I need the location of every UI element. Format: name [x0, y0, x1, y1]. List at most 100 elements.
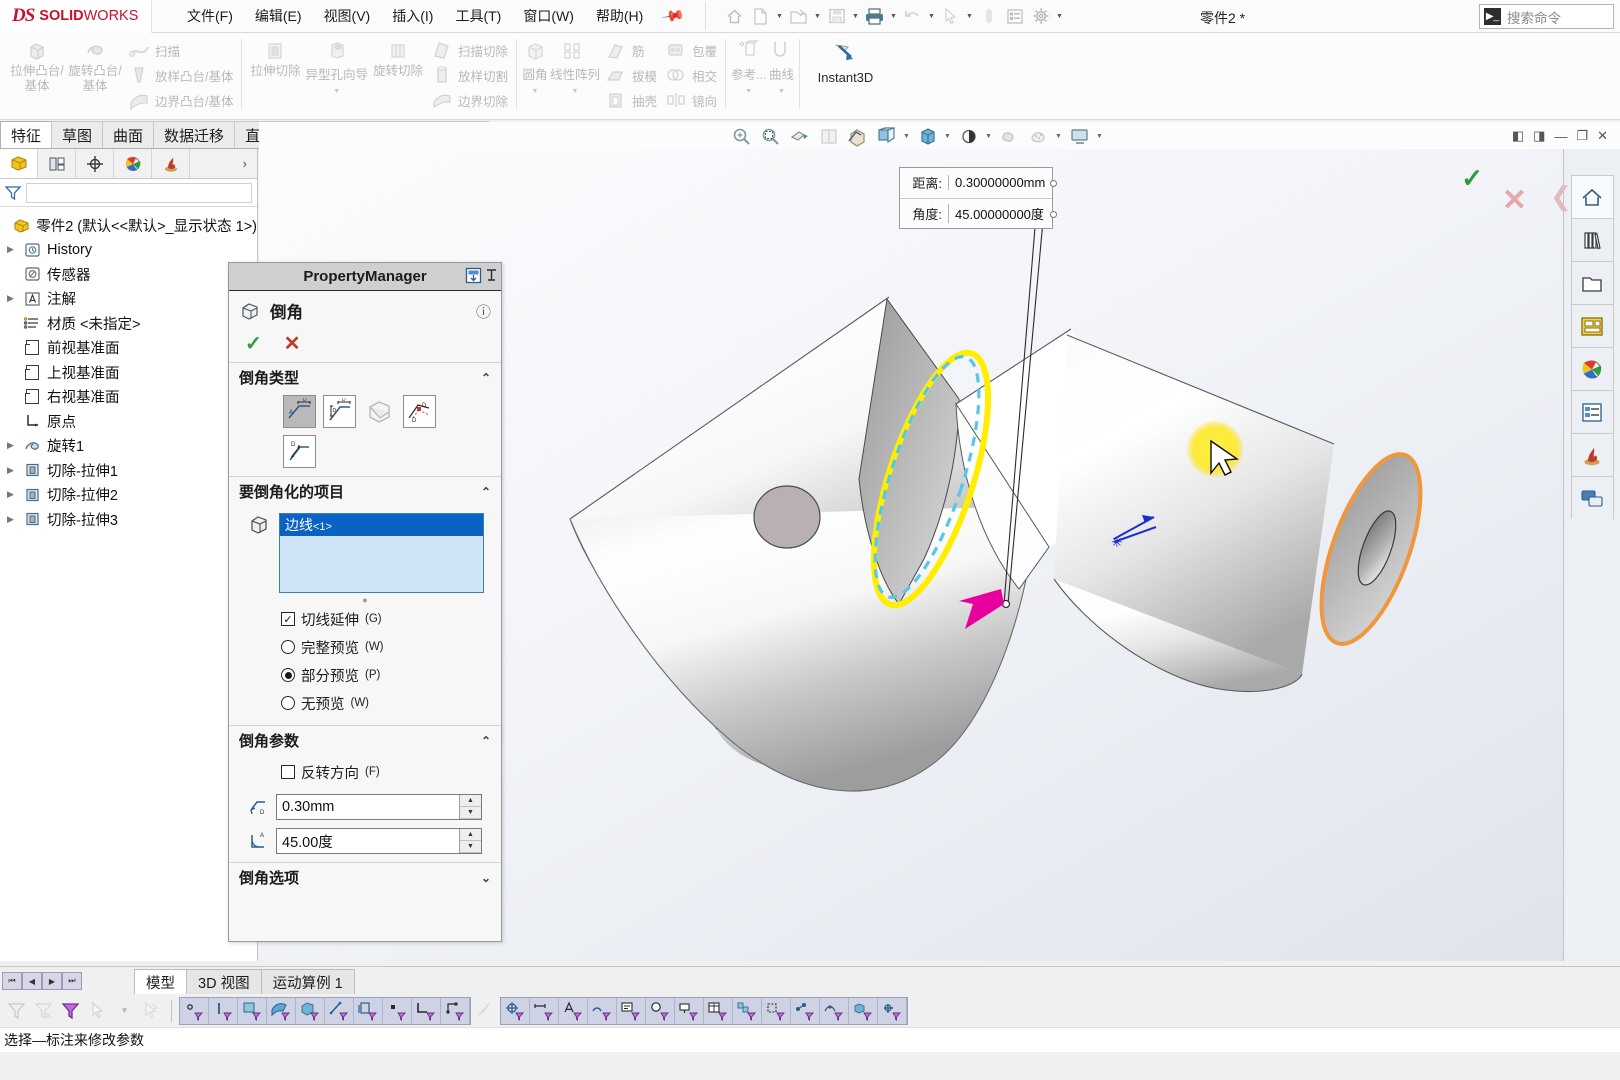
filter-toggle-icon[interactable]	[58, 998, 83, 1023]
nav-first-button[interactable]: ⏮	[2, 972, 22, 990]
gear-caret[interactable]: ▼	[1054, 5, 1065, 27]
tree-item-front-plane[interactable]: 前视基准面	[4, 336, 257, 361]
rib-button[interactable]: 筋	[602, 38, 660, 62]
previous-view-icon[interactable]	[787, 124, 813, 148]
property-manager-tab[interactable]	[38, 149, 76, 178]
filter-off-icon[interactable]	[4, 998, 29, 1023]
chamfer-angle-input[interactable]: 45.00度 ▲ ▼	[276, 828, 482, 854]
zoom-to-fit-icon[interactable]	[729, 124, 755, 148]
dimension-callout[interactable]: 距离: 0.30000000mm 角度: 45.00000000度	[899, 167, 1057, 229]
boundary-cut-button[interactable]: 边界切除	[428, 88, 511, 112]
filter-midpoints-icon[interactable]	[473, 998, 498, 1023]
save-caret[interactable]: ▼	[850, 5, 861, 27]
revolve-cut-button[interactable]: 旋转切除	[370, 35, 426, 79]
close-button[interactable]: ✕	[1597, 128, 1608, 144]
tree-item-revolve1[interactable]: ▶ 旋转1	[4, 434, 257, 459]
flip-direction-checkbox[interactable]	[281, 765, 295, 779]
section-header-items-to-chamfer[interactable]: 要倒角化的项目 ⌃	[229, 476, 501, 506]
extrude-boss-button[interactable]: 拉伸凸台/基体	[9, 35, 65, 94]
select-arrow-icon[interactable]	[85, 998, 110, 1023]
menu-insert[interactable]: 插入(I)	[381, 3, 444, 29]
annotations-expander[interactable]: ▶	[4, 293, 17, 304]
section-view-icon[interactable]	[816, 124, 842, 148]
menu-help[interactable]: 帮助(H)	[585, 3, 654, 29]
cut-extrude1-expander[interactable]: ▶	[4, 465, 17, 476]
flip-direction-row[interactable]: 反转方向 (F)	[239, 758, 491, 786]
filter-mates-icon[interactable]	[878, 997, 907, 1024]
selection-list-box[interactable]: 边线<1>	[279, 513, 484, 593]
callout-distance-handle[interactable]	[1050, 180, 1057, 187]
file-explorer-icon[interactable]	[1570, 261, 1614, 304]
cut-extrude2-expander[interactable]: ▶	[4, 489, 17, 500]
curves-button[interactable]: 曲线 ▼	[768, 35, 794, 95]
nav-last-button[interactable]: ⏭	[62, 972, 82, 990]
hide-show-caret[interactable]: ▼	[944, 133, 953, 140]
filter-vertices-icon[interactable]	[180, 997, 209, 1024]
open-document-caret[interactable]: ▼	[812, 5, 823, 27]
face-face-chamfer-button[interactable]: D	[283, 435, 316, 468]
restore-left-button[interactable]: ◧	[1512, 128, 1524, 144]
filter-notes-icon[interactable]	[617, 997, 646, 1024]
selected-edge-entry[interactable]: 边线<1>	[280, 514, 483, 536]
tree-item-cut-extrude3[interactable]: ▶ 切除-拉伸3	[4, 507, 257, 532]
no-preview-row[interactable]: 无预览 (W)	[239, 689, 491, 717]
dock-icon[interactable]	[465, 267, 482, 284]
hole-wizard-button[interactable]: 异型孔向导 ▼	[305, 35, 368, 95]
display-style-icon[interactable]	[874, 124, 900, 148]
menu-window[interactable]: 窗口(W)	[512, 3, 585, 29]
tree-item-sensors[interactable]: 传感器	[4, 262, 257, 287]
history-expander[interactable]: ▶	[4, 244, 17, 255]
tree-item-origin[interactable]: 原点	[4, 409, 257, 434]
new-document-icon[interactable]	[748, 4, 773, 29]
tab-surfaces[interactable]: 曲面	[102, 121, 155, 149]
tree-item-history[interactable]: ▶ History	[4, 238, 257, 263]
sweep-button[interactable]: 扫描	[125, 38, 236, 62]
filter-blocks-icon[interactable]	[733, 997, 762, 1024]
filter-cosmetic-threads-icon[interactable]	[762, 997, 791, 1024]
edit-appearance-icon[interactable]	[956, 124, 982, 148]
filter-balloons-icon[interactable]	[646, 997, 675, 1024]
filter-center-marks-icon[interactable]	[501, 997, 530, 1024]
revolve-boss-button[interactable]: 旋转凸台/基体	[67, 35, 123, 94]
chamfer-type-chevron-icon[interactable]: ⌃	[481, 371, 491, 385]
select-caret[interactable]: ▼	[964, 5, 975, 27]
feature-manager-more-tabs[interactable]: ›	[233, 156, 257, 171]
zoom-to-area-icon[interactable]	[758, 124, 784, 148]
print-icon[interactable]	[862, 4, 887, 29]
filter-axes-icon[interactable]	[325, 997, 354, 1024]
offset-face-chamfer-button[interactable]: DD	[403, 395, 436, 428]
confirmation-corner-accept[interactable]: ✓	[1461, 163, 1483, 194]
tab-features[interactable]: 特征	[0, 121, 53, 149]
chamfer-parameters-chevron-icon[interactable]: ⌃	[481, 734, 491, 748]
tree-item-top-plane[interactable]: 上视基准面	[4, 360, 257, 385]
swept-cut-button[interactable]: 扫描切除	[428, 38, 511, 62]
chamfer-options-chevron-icon[interactable]: ⌄	[481, 871, 491, 885]
design-library-icon[interactable]	[1570, 218, 1614, 261]
hole-wizard-caret[interactable]: ▼	[333, 88, 340, 95]
apply-scene-icon[interactable]	[997, 124, 1023, 148]
menu-edit[interactable]: 编辑(E)	[244, 3, 313, 29]
menu-file[interactable]: 文件(F)	[176, 3, 244, 29]
confirmation-corner-cancel[interactable]: ✕	[1502, 183, 1527, 218]
draft-button[interactable]: 拔模	[602, 63, 660, 87]
reference-geometry-caret[interactable]: ▼	[745, 88, 752, 95]
section-header-chamfer-type[interactable]: 倒角类型 ⌃	[229, 362, 501, 392]
lofted-cut-button[interactable]: 放样切割	[428, 63, 511, 87]
shell-button[interactable]: 抽壳	[602, 88, 660, 112]
filter-sketch-icon[interactable]	[412, 997, 441, 1024]
callout-angle-handle[interactable]	[1050, 211, 1057, 218]
tree-item-material[interactable]: 材质 <未指定>	[4, 311, 257, 336]
distance-step-up[interactable]: ▲	[460, 795, 481, 807]
feature-tree-tab[interactable]	[0, 149, 38, 178]
filter-surface-bodies-icon[interactable]	[267, 997, 296, 1024]
tab-sketch[interactable]: 草图	[51, 121, 104, 149]
undo-caret[interactable]: ▼	[926, 5, 937, 27]
chamfer-distance-stepper[interactable]: ▲ ▼	[459, 795, 481, 819]
tab-data-migration[interactable]: 数据迁移	[153, 121, 236, 149]
filter-points-icon[interactable]	[383, 997, 412, 1024]
chamfer-angle-stepper[interactable]: ▲ ▼	[459, 829, 481, 853]
select-dropdown-caret[interactable]: ▼	[112, 998, 137, 1023]
display-manager-tab[interactable]	[114, 149, 152, 178]
model-tab-model[interactable]: 模型	[134, 969, 187, 994]
angle-step-up[interactable]: ▲	[460, 829, 481, 841]
